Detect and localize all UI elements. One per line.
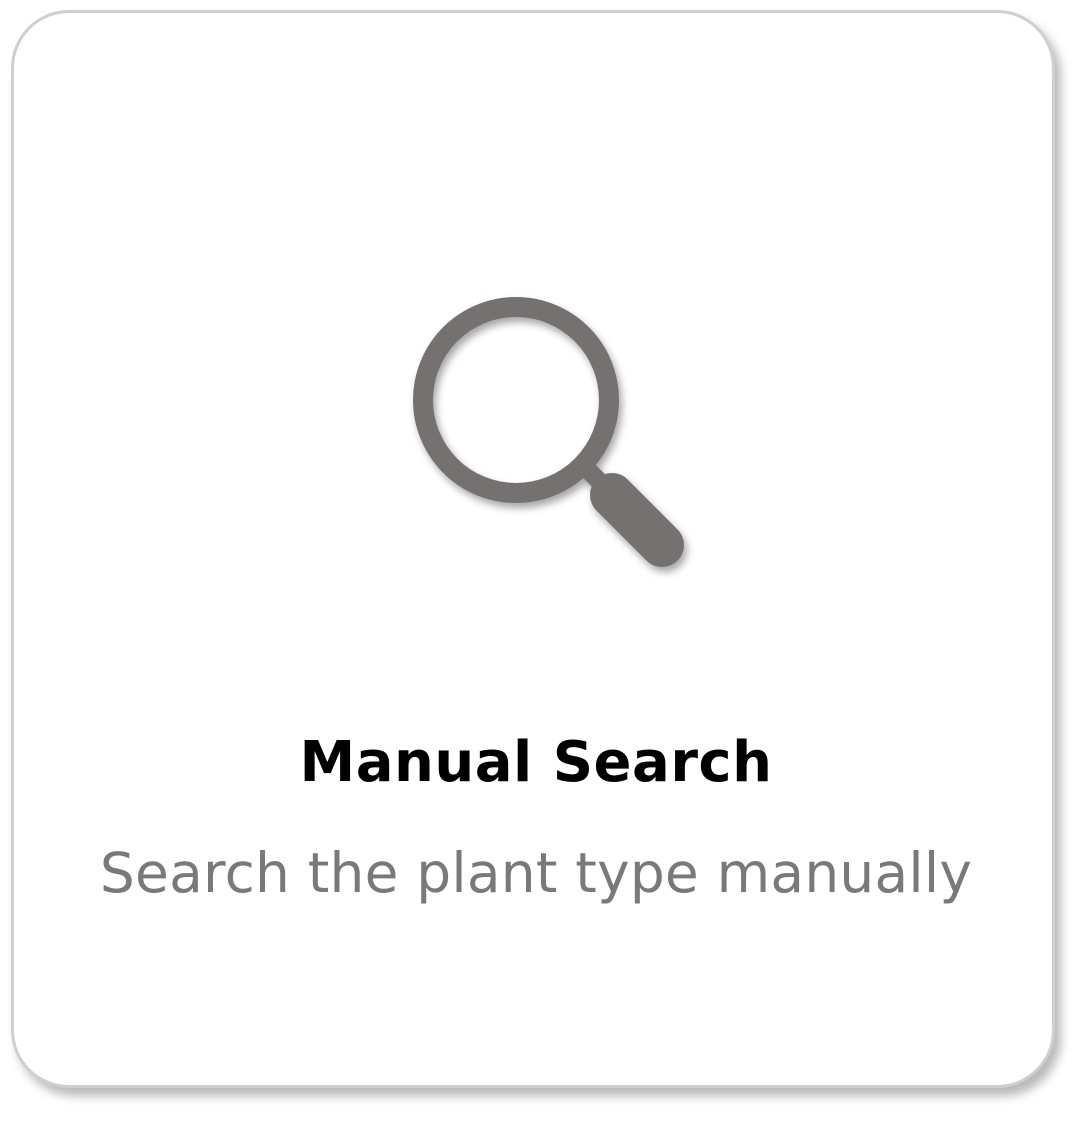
search-icon <box>400 285 690 575</box>
card-subtitle: Search the plant type manually <box>99 841 973 905</box>
manual-search-card[interactable]: Manual Search Search the plant type manu… <box>11 10 1055 1088</box>
card-title: Manual Search <box>299 730 773 795</box>
